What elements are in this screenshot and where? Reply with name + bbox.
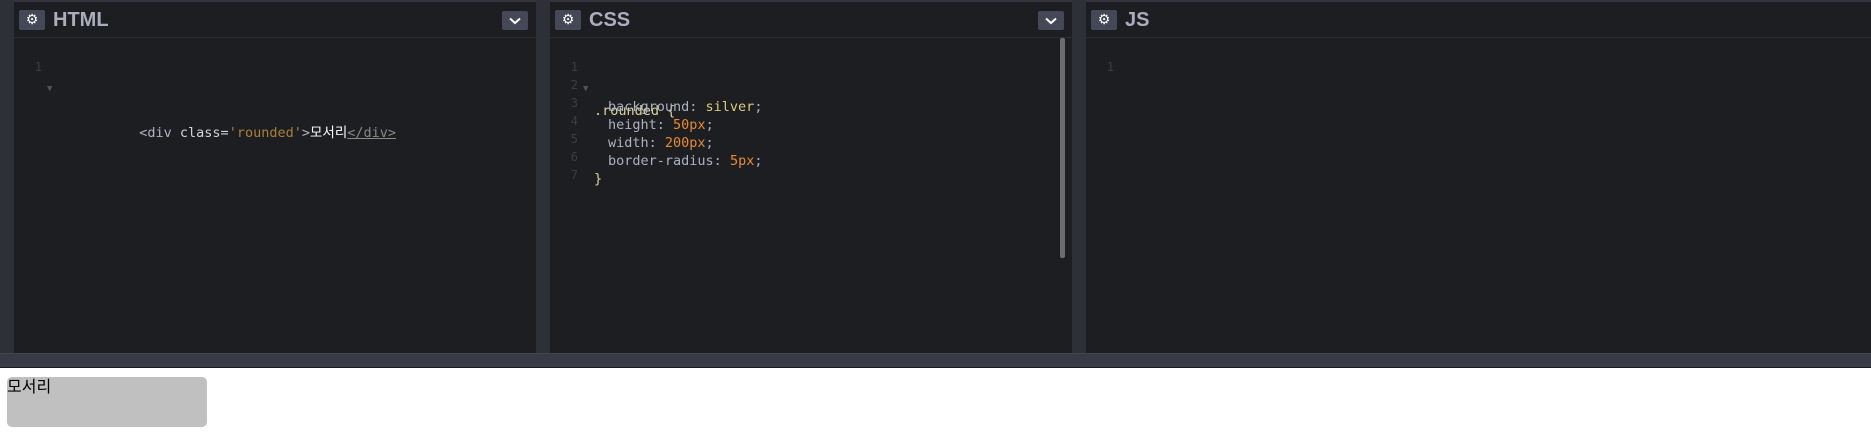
css-settings-button[interactable]: ⚙ bbox=[555, 10, 581, 30]
code-line: 7 bbox=[550, 142, 615, 182]
html-tag-close: </div> bbox=[347, 125, 397, 141]
html-attr-value: 'rounded' bbox=[228, 125, 302, 141]
css-value: 200px bbox=[664, 135, 706, 151]
gear-icon: ⚙ bbox=[561, 12, 575, 28]
js-code-editor[interactable]: 1 bbox=[1086, 40, 1871, 353]
css-scrollbar[interactable] bbox=[1060, 38, 1065, 258]
html-panel-header: ⚙ HTML bbox=[14, 0, 536, 38]
code-line: 1 bbox=[1086, 34, 1151, 74]
css-value: silver bbox=[705, 99, 755, 115]
html-collapse-button[interactable] bbox=[502, 11, 528, 30]
code-line: 1 ▼ <div class='rounded'>모서리</div> bbox=[14, 34, 396, 141]
css-property: background bbox=[608, 99, 690, 115]
editor-area: ⚙ HTML 1 ▼ <div class='rounded'>모서리</div… bbox=[0, 0, 1871, 353]
css-property: height bbox=[608, 117, 657, 133]
js-panel: ⚙ JS 1 bbox=[1086, 0, 1871, 353]
html-tag-open: <div bbox=[139, 125, 180, 141]
css-panel-title: CSS bbox=[589, 9, 631, 31]
html-text: 모서리 bbox=[310, 125, 348, 141]
css-panel: ⚙ CSS 1 ▼ .rounded { 2 background: silve… bbox=[550, 0, 1072, 353]
css-code-editor[interactable]: 1 ▼ .rounded { 2 background: silver; 3 h… bbox=[550, 40, 1072, 353]
preview-rounded-box: 모서리 bbox=[7, 377, 207, 427]
js-panel-header: ⚙ JS bbox=[1086, 0, 1871, 38]
css-value: 5px bbox=[729, 153, 755, 169]
line-number: 7 bbox=[570, 168, 578, 182]
html-panel: ⚙ HTML 1 ▼ <div class='rounded'>모서리</div… bbox=[14, 0, 536, 353]
css-property: border-radius bbox=[608, 153, 714, 169]
css-value: 50px bbox=[673, 117, 706, 133]
chevron-down-icon bbox=[1045, 17, 1057, 24]
js-panel-title: JS bbox=[1125, 9, 1150, 31]
html-attr: class= bbox=[179, 125, 229, 141]
gear-icon: ⚙ bbox=[1097, 12, 1111, 28]
gear-icon: ⚙ bbox=[25, 12, 39, 28]
line-number: 1 bbox=[34, 60, 42, 74]
html-code-editor[interactable]: 1 ▼ <div class='rounded'>모서리</div> bbox=[14, 40, 536, 353]
html-settings-button[interactable]: ⚙ bbox=[19, 10, 45, 30]
css-panel-header: ⚙ CSS bbox=[550, 0, 1072, 38]
html-panel-title: HTML bbox=[53, 9, 109, 31]
line-number: 1 bbox=[1106, 60, 1114, 74]
css-collapse-button[interactable] bbox=[1038, 11, 1064, 30]
js-settings-button[interactable]: ⚙ bbox=[1091, 10, 1117, 30]
preview-resize-handle[interactable] bbox=[0, 353, 1871, 368]
fold-arrow-icon[interactable]: ▼ bbox=[47, 78, 52, 100]
html-tag-end: > bbox=[301, 125, 310, 141]
chevron-down-icon bbox=[509, 17, 521, 24]
